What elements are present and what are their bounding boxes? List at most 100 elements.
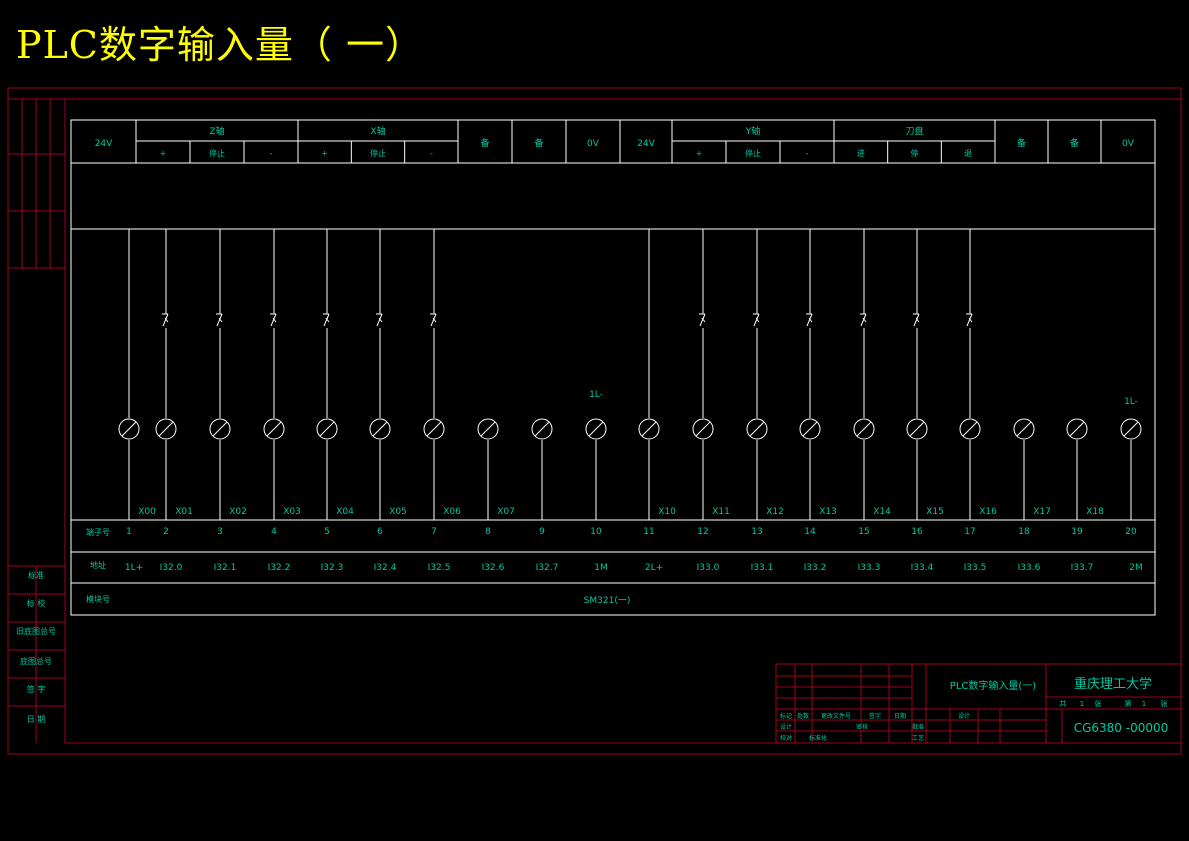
input-label: X18 xyxy=(1086,507,1104,517)
title-block-label: 日期 xyxy=(894,712,906,720)
terminal-number: 9 xyxy=(539,527,545,537)
title-block-label: 标准化 xyxy=(809,734,827,742)
side-label: 旧底图总号 xyxy=(16,626,56,636)
terminal-address: I33.5 xyxy=(964,563,987,573)
terminal-slash xyxy=(480,421,496,437)
terminal-slash xyxy=(962,421,978,437)
terminal-number: 7 xyxy=(431,527,437,537)
title-block-label: 工艺 xyxy=(912,734,924,742)
terminal-slash xyxy=(319,421,335,437)
terminal-address: I33.3 xyxy=(858,563,881,573)
title-block-label: 批准 xyxy=(912,723,924,731)
input-label: X05 xyxy=(389,507,407,517)
terminal-address: I32.2 xyxy=(268,563,291,573)
inner-border xyxy=(64,98,1182,744)
input-label: X15 xyxy=(926,507,944,517)
header-sub-label: + xyxy=(321,149,328,158)
terminal-address: I32.6 xyxy=(482,563,505,573)
terminal-address: I32.4 xyxy=(374,563,397,573)
sheet-info: 1 xyxy=(1142,700,1146,708)
title-block-label: 标记 xyxy=(780,712,792,720)
terminal-number: 4 xyxy=(271,527,277,537)
main-frame xyxy=(70,119,1156,616)
header-label: 0V xyxy=(1122,139,1135,149)
switch-contact xyxy=(860,313,867,327)
header-sub-label: - xyxy=(806,149,809,158)
header-sub-label: 停止 xyxy=(370,148,386,158)
side-label: 日 期 xyxy=(27,715,46,724)
header-sub-label: 停止 xyxy=(745,148,761,158)
side-label: 标准 xyxy=(28,570,44,580)
terminal-slash xyxy=(1016,421,1032,437)
terminal-slash xyxy=(372,421,388,437)
title-block-label: 设计 xyxy=(780,723,792,731)
sheet-info: 1 xyxy=(1080,700,1084,708)
wiring-diagram: 标准标 校旧底图总号底图总号签 字日 期 24V Z轴 X轴备 备 0V 24V Y轴 刀盘备… xyxy=(7,87,1182,755)
drawing-name: PLC数字输入量(一) xyxy=(950,679,1036,692)
sheet-info: 张 xyxy=(1161,699,1168,708)
terminal-address: 1M xyxy=(594,563,608,573)
header-sub-label: + xyxy=(696,149,703,158)
terminal-number: 18 xyxy=(1018,527,1030,537)
terminal-address: I32.0 xyxy=(160,563,183,573)
title-block-label: 签字 xyxy=(869,712,881,720)
input-label: X01 xyxy=(175,507,193,517)
switch-contact xyxy=(699,313,706,327)
circuit: X00 X01 X02 X03 X04 X05 X06 X07 X10 X11 X12 X13 X14 X… xyxy=(118,229,1142,520)
module-label: SM321(一) xyxy=(584,596,631,606)
input-label: X11 xyxy=(712,507,730,517)
switch-contact xyxy=(162,313,169,327)
terminal-slash xyxy=(641,421,657,437)
switch-contact xyxy=(806,313,813,327)
input-label: X10 xyxy=(658,507,676,517)
one-l-label: 1L- xyxy=(1124,397,1138,407)
header-label: Z轴 xyxy=(209,125,224,137)
input-label: X03 xyxy=(283,507,301,517)
terminal-slash xyxy=(588,421,604,437)
terminal-address: 2L+ xyxy=(645,563,663,573)
input-label: X16 xyxy=(979,507,997,517)
terminal-number: 17 xyxy=(964,527,975,537)
terminal-number: 13 xyxy=(751,527,762,537)
switch-contact xyxy=(753,313,760,327)
terminal-number: 3 xyxy=(217,527,223,537)
switch-contact xyxy=(376,313,383,327)
title-block-label: 校对 xyxy=(780,734,792,742)
terminal-slash xyxy=(212,421,228,437)
input-label: X17 xyxy=(1033,507,1051,517)
input-label: X14 xyxy=(873,507,891,517)
input-label: X04 xyxy=(336,507,354,517)
terminal-address: I33.7 xyxy=(1071,563,1094,573)
terminal-slash xyxy=(909,421,925,437)
outer-border xyxy=(7,87,1182,755)
header-sub-label: - xyxy=(270,149,273,158)
switch-contact xyxy=(270,313,277,327)
row-label: 端子号 xyxy=(86,527,110,537)
side-label: 签 字 xyxy=(27,684,46,694)
terminal-number: 11 xyxy=(643,527,654,537)
title-block-label: 处数 xyxy=(797,712,809,720)
header-grid xyxy=(135,120,1102,163)
terminal-slash xyxy=(1123,421,1139,437)
terminal-address: 1L+ xyxy=(125,563,143,573)
terminal-address: I33.0 xyxy=(697,563,720,573)
terminal-rows: 端子号地址模块号 1 1L+ 2 I32.0 3 I32.1 4 I32.2 5 I32.3 6 I32… xyxy=(86,527,1143,606)
terminal-number: 10 xyxy=(590,527,602,537)
terminal-address: I33.2 xyxy=(804,563,827,573)
switch-contact xyxy=(430,313,437,327)
header-label: 备 xyxy=(534,137,543,149)
header-label: 24V xyxy=(95,139,113,149)
terminal-address: I33.4 xyxy=(911,563,934,573)
header-label: 0V xyxy=(587,139,600,149)
switch-contact xyxy=(216,313,223,327)
one-l-label: 1L- xyxy=(589,390,603,400)
terminal-address: I32.7 xyxy=(536,563,559,573)
input-label: X00 xyxy=(138,507,156,517)
terminal-slash xyxy=(1069,421,1085,437)
drawing-code: CG6380 -00000 xyxy=(1074,721,1169,735)
terminal-number: 14 xyxy=(804,527,816,537)
terminal-slash xyxy=(695,421,711,437)
header-label: 刀盘 xyxy=(905,125,923,137)
input-label: X07 xyxy=(497,507,515,517)
row-label: 模块号 xyxy=(86,594,110,604)
